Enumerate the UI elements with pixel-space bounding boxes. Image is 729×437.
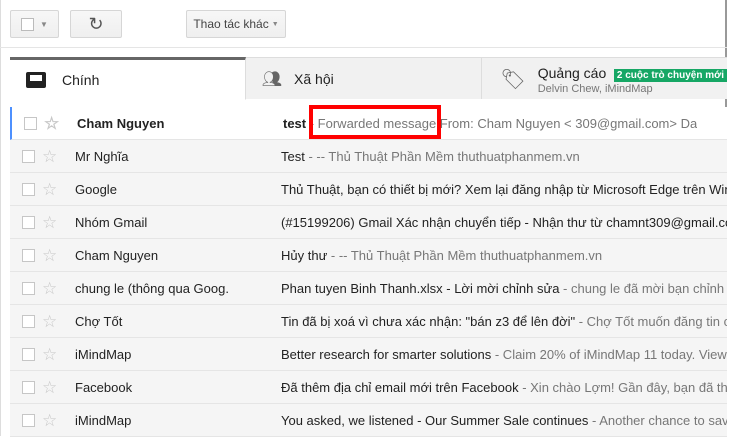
- star-icon[interactable]: ☆: [42, 214, 57, 231]
- star-icon[interactable]: ☆: [42, 379, 57, 396]
- refresh-icon: ↻: [88, 13, 104, 34]
- sender: iMindMap: [75, 412, 132, 428]
- divider: [0, 47, 727, 48]
- sender: Cham Nguyen: [77, 115, 165, 131]
- sender: Chợ Tốt: [75, 313, 123, 329]
- tab-primary[interactable]: Chính: [10, 57, 246, 100]
- snippet: - Chợ Tốt muốn đăng tin của: [578, 313, 727, 329]
- star-icon[interactable]: ☆: [42, 148, 57, 165]
- email-row[interactable]: ☆ Facebook Đã thêm địa chỉ email mới trên …: [10, 371, 727, 404]
- sender: iMindMap: [75, 346, 132, 362]
- email-row[interactable]: ☆ Chợ Tốt Tin đã bị xoá vì chưa xác nhận: …: [10, 305, 727, 338]
- row-checkbox[interactable]: [22, 149, 35, 163]
- email-row[interactable]: ☆ Google Thủ Thuật, bạn có thiết bị mới? X…: [10, 173, 727, 206]
- star-icon[interactable]: ☆: [42, 181, 57, 198]
- row-checkbox[interactable]: [22, 182, 35, 196]
- row-checkbox[interactable]: [22, 215, 35, 229]
- snippet: - Xin chào Lợm! Gần đây, bạn đã thêm: [518, 379, 727, 395]
- snippet: - chung le đã mời bạn chỉnh sửa: [563, 280, 727, 296]
- star-icon[interactable]: ☆: [42, 412, 57, 429]
- row-checkbox[interactable]: [22, 314, 35, 328]
- snippet: - -- Thủ Thuật Phần Mềm thuthuatphanmem.…: [327, 247, 603, 263]
- subject: Test: [281, 148, 305, 164]
- new-badge: 2 cuộc trò chuyện mới: [613, 69, 727, 82]
- row-checkbox[interactable]: [22, 248, 35, 262]
- caret-down-icon: ▼: [271, 20, 279, 28]
- row-checkbox[interactable]: [24, 116, 37, 130]
- more-actions-button[interactable]: Thao tác khác ▼: [186, 10, 286, 38]
- subject: Phan tuyen Binh Thanh.xlsx - Lời mời chỉ…: [281, 280, 560, 296]
- subject: Hủy thư: [281, 247, 328, 263]
- tab-label: Chính: [62, 71, 100, 88]
- email-row[interactable]: ☆ Nhóm Gmail (#15199206) Gmail Xác nhận ch…: [10, 206, 727, 239]
- people-icon: 👥︎: [261, 70, 283, 88]
- email-row[interactable]: ☆ iMindMap You asked, we listened - Our Su…: [10, 404, 727, 437]
- subject: Better research for smarter solutions: [281, 346, 492, 362]
- subject: (#15199206) Gmail Xác nhận chuyển tiếp -…: [281, 214, 727, 230]
- tag-icon: 🏷︎: [500, 69, 526, 91]
- subject: Tin đã bị xoá vì chưa xác nhận: "bán z3 …: [281, 313, 576, 329]
- inbox-tabs: Chính 👥︎ Xã hội 🏷︎ Quảng cáo 2 cuộc trò …: [10, 57, 727, 100]
- row-checkbox[interactable]: [22, 281, 35, 295]
- star-icon[interactable]: ☆: [42, 280, 57, 297]
- tab-subtitle: Delvin Chew, iMindMap: [537, 83, 653, 95]
- email-row[interactable]: ☆ chung le (thông qua Goog. Phan tuyen Bin…: [10, 272, 727, 305]
- tab-social[interactable]: 👥︎ Xã hội: [245, 57, 483, 99]
- star-icon[interactable]: ☆: [42, 346, 57, 363]
- star-icon[interactable]: ☆: [42, 247, 57, 264]
- tab-label: Quảng cáo: [537, 65, 607, 81]
- snippet: - -- Thủ Thuật Phần Mềm thuthuatphanmem.…: [304, 148, 580, 164]
- sender: Google: [75, 181, 117, 197]
- email-row[interactable]: ☆ Mr Nghĩa Test - -- Thủ Thuật Phần Mềm th…: [10, 140, 727, 173]
- more-actions-label: Thao tác khác: [193, 17, 269, 31]
- sender: Cham Nguyen: [75, 247, 159, 263]
- subject: Đã thêm địa chỉ email mới trên Facebook: [281, 379, 519, 395]
- sender: Nhóm Gmail: [75, 214, 148, 230]
- tab-label: Xã hội: [294, 70, 334, 87]
- email-row[interactable]: ☆ iMindMap Better research for smarter sol…: [10, 338, 727, 371]
- sender: chung le (thông qua Goog.: [75, 280, 229, 296]
- snippet: - Claim 20% of iMindMap 11 today. View t…: [491, 346, 727, 362]
- snippet: - Another chance to save: [588, 412, 727, 428]
- sender: Facebook: [75, 379, 133, 395]
- email-list: ☆ Cham Nguyen test - Forwarded message Fro…: [10, 107, 727, 437]
- inbox-icon: [26, 71, 46, 88]
- subject: Thủ Thuật, bạn có thiết bị mới? Xem lại …: [281, 181, 727, 197]
- email-row[interactable]: ☆ Cham Nguyen Hủy thư - -- Thủ Thuật Phần …: [10, 239, 727, 272]
- checkbox-icon: [21, 17, 35, 31]
- subject: You asked, we listened - Our Summer Sale…: [281, 412, 589, 428]
- caret-down-icon: ▼: [40, 19, 48, 29]
- row-checkbox[interactable]: [22, 380, 35, 394]
- star-icon[interactable]: ☆: [42, 313, 57, 330]
- row-checkbox[interactable]: [22, 347, 35, 361]
- tab-promotions[interactable]: 🏷︎ Quảng cáo 2 cuộc trò chuyện mới Delvi…: [482, 57, 727, 99]
- row-checkbox[interactable]: [22, 413, 35, 427]
- star-icon[interactable]: ☆: [44, 115, 59, 132]
- sender: Mr Nghĩa: [75, 148, 129, 164]
- refresh-button[interactable]: ↻: [70, 10, 122, 38]
- subject: test: [283, 115, 307, 131]
- select-checkbox-dropdown[interactable]: ▼: [10, 10, 59, 38]
- highlight-box: [309, 105, 441, 139]
